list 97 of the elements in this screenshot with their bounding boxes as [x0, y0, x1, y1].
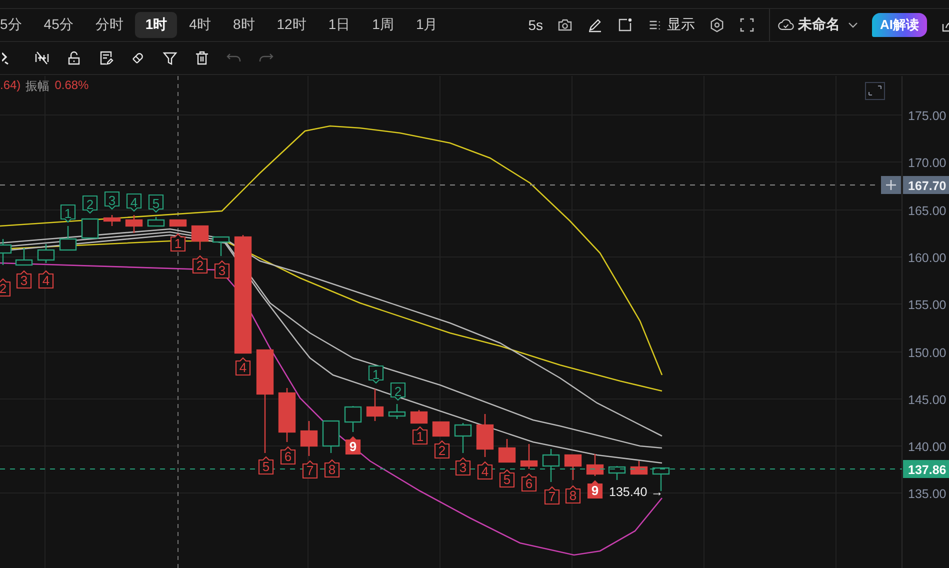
timeframe-tab[interactable]: 1周 [362, 12, 404, 38]
sequence-count-marker: 5 [148, 194, 164, 213]
candlestick [454, 423, 472, 453]
candlestick [476, 414, 494, 457]
sequence-count-marker: 3 [16, 270, 32, 289]
candlestick [125, 215, 143, 233]
price-axis-label: 165.00 [908, 204, 946, 218]
trash-tool-icon[interactable] [194, 50, 210, 66]
candlestick [191, 225, 209, 250]
timeframe-tab[interactable]: 45分 [34, 12, 84, 38]
sequence-count-marker: 2 [390, 382, 406, 401]
sequence-count-marker: 1 [170, 233, 186, 252]
price-axis-label: 145.00 [908, 393, 946, 407]
expand-icon[interactable] [865, 82, 885, 100]
display-button[interactable]: 显示 [647, 16, 695, 34]
price-axis-label: 160.00 [908, 251, 946, 265]
last-price-tag: 137.86 [903, 460, 949, 478]
timeframe-tab[interactable]: 1月 [406, 12, 448, 38]
timeframe-tab[interactable]: 12时 [266, 12, 316, 38]
layout-name-button[interactable]: 未命名 [778, 16, 858, 34]
lock-tool-icon[interactable] [66, 50, 82, 66]
price-axis-label: 150.00 [908, 346, 946, 360]
settings-icon[interactable] [709, 17, 725, 33]
candlestick [212, 236, 230, 256]
sequence-count-marker: 5 [499, 469, 515, 488]
sequence-count-marker: 2 [82, 195, 98, 214]
price-axis-label: 140.00 [908, 440, 946, 454]
sequence-count-marker: 8 [324, 459, 340, 478]
price-tag: 167.70 [903, 176, 949, 194]
candlestick [432, 421, 450, 437]
price-axis-label: 170.00 [908, 156, 946, 170]
candlestick [498, 439, 516, 463]
sequence-count-marker: 8 [565, 485, 581, 504]
sequence-count-marker: 9 [345, 436, 361, 455]
refresh-interval-button[interactable]: 5s [528, 17, 543, 33]
timeframe-tab[interactable]: 1时 [135, 12, 178, 38]
timeframe-tab[interactable]: 5分 [0, 12, 32, 38]
sequence-count-marker: 4 [38, 270, 54, 289]
candlestick [147, 217, 165, 227]
sequence-count-marker: 1 [60, 204, 76, 223]
candlestick [586, 454, 604, 476]
sequence-count-marker: 4 [235, 357, 251, 376]
sequence-count-marker: 2 [434, 440, 450, 459]
sequence-count-marker: 7 [544, 486, 560, 505]
add-price-button[interactable] [881, 176, 901, 194]
fullscreen-icon[interactable] [739, 17, 755, 33]
low-price-label: 135.40 → [609, 485, 664, 499]
sequence-count-marker: 3 [455, 457, 471, 476]
price-axis-label: 135.00 [908, 487, 946, 501]
amplitude-label: 振幅 [26, 78, 50, 95]
pencil-icon[interactable] [587, 17, 603, 33]
sequence-count-marker: 2 [0, 278, 11, 297]
sequence-count-marker: 4 [477, 461, 493, 480]
sequence-count-marker: 6 [280, 446, 296, 465]
sequence-count-marker: 7 [302, 460, 318, 479]
candlestick [366, 389, 384, 421]
price-axis-label: 155.00 [908, 298, 946, 312]
filter-tool-icon[interactable] [162, 50, 178, 66]
candlestick [410, 410, 428, 424]
note-tool-icon[interactable] [98, 50, 114, 66]
hide-tool-icon[interactable] [34, 50, 50, 66]
chevron-down-icon [848, 22, 858, 28]
candlestick [388, 404, 406, 419]
candlestick [344, 406, 362, 432]
candlestick [564, 454, 582, 480]
sequence-count-marker: 9 [587, 480, 603, 499]
candlestick [37, 244, 55, 263]
cloud-check-icon [778, 18, 794, 32]
camera-icon[interactable] [557, 17, 573, 33]
square-dot-icon[interactable] [617, 17, 633, 33]
candlestick [520, 444, 538, 469]
timeframe-tab[interactable]: 4时 [179, 12, 221, 38]
amplitude-value: 0.68% [54, 78, 89, 94]
sequence-count-marker: 4 [126, 193, 142, 212]
candlestick [15, 248, 33, 266]
list-icon [647, 18, 663, 32]
timeframe-tab[interactable]: 分时 [85, 12, 134, 38]
sequence-count-marker: 1 [412, 426, 428, 445]
sequence-count-marker: 3 [104, 191, 120, 210]
candlestick [630, 461, 648, 475]
sequence-count-marker: 1 [368, 365, 384, 384]
sequence-count-marker: 2 [192, 255, 208, 274]
price-axis-label: 175.00 [908, 109, 946, 123]
candlestick [300, 421, 318, 456]
candlestick [59, 226, 77, 251]
sequence-count-marker: 3 [214, 260, 230, 279]
candlestick [103, 215, 121, 226]
candlestick [322, 420, 340, 453]
indicator-value: .64) [0, 78, 21, 94]
sequence-count-marker: 6 [521, 473, 537, 492]
candlestick [169, 219, 187, 227]
candlestick [278, 388, 296, 442]
timeframe-tab[interactable]: 8时 [222, 12, 265, 38]
timeframe-tab[interactable]: 1日 [318, 12, 360, 38]
sequence-count-marker: 5 [258, 456, 274, 475]
candlestick [81, 218, 99, 239]
ai-analysis-button[interactable]: AI解读 [872, 13, 927, 37]
